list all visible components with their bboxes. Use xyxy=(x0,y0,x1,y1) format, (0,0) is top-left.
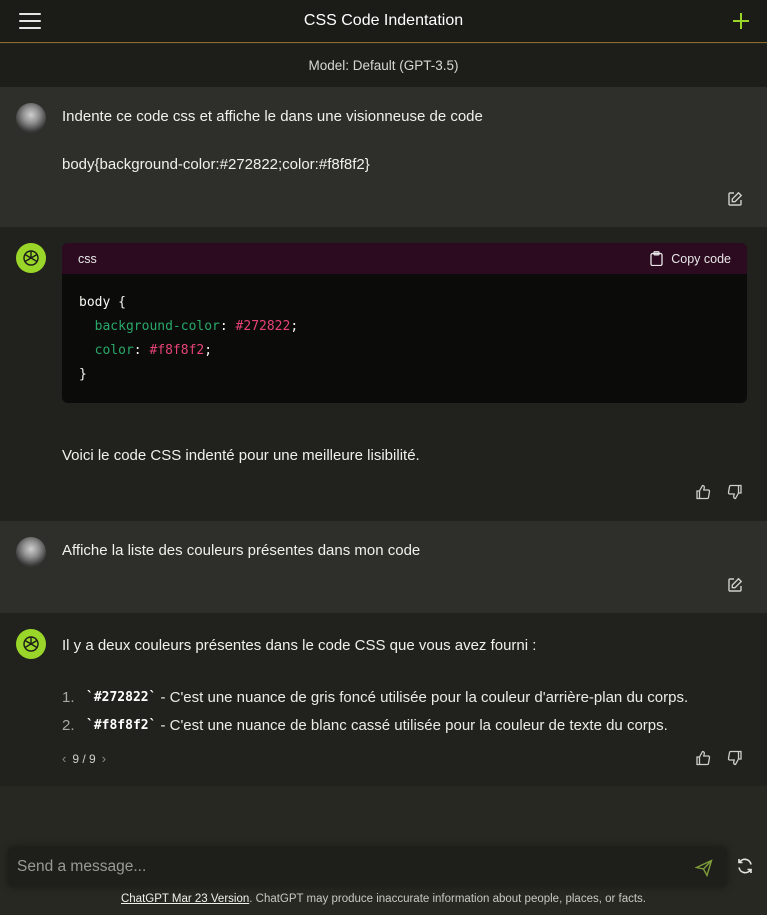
code-token: } xyxy=(79,367,87,382)
code-header: css Copy code xyxy=(62,243,747,274)
edit-icon[interactable] xyxy=(727,577,743,593)
thumbs-down-icon[interactable] xyxy=(727,750,743,766)
list-item: 2. `#f8f8f2` - C'est une nuance de blanc… xyxy=(62,711,688,739)
chatgpt-logo-icon xyxy=(16,243,46,273)
send-icon[interactable] xyxy=(695,859,713,877)
color-code: `#f8f8f2` xyxy=(86,717,157,733)
model-bar: Model: Default (GPT-3.5) xyxy=(0,44,767,87)
refresh-icon[interactable] xyxy=(736,857,754,875)
edit-icon[interactable] xyxy=(727,191,743,207)
code-line: } xyxy=(79,363,730,387)
copy-code-button[interactable]: Copy code xyxy=(650,251,731,266)
hamburger-icon[interactable] xyxy=(19,13,41,31)
thumbs-down-icon[interactable] xyxy=(727,484,743,500)
response-pager: ‹ 9 / 9 › xyxy=(62,751,106,766)
color-list: 1. `#272822` - C'est une nuance de gris … xyxy=(62,683,688,739)
code-line: body { xyxy=(79,291,730,315)
message-text: Il y a deux couleurs présentes dans le c… xyxy=(62,637,537,654)
assistant-message: Il y a deux couleurs présentes dans le c… xyxy=(0,613,767,786)
code-token: ; xyxy=(204,343,213,358)
chatgpt-logo-icon xyxy=(16,629,46,659)
user-message: Indente ce code css et affiche le dans u… xyxy=(0,87,767,227)
message-composer xyxy=(8,847,727,887)
code-token: body { xyxy=(79,295,126,310)
code-language: css xyxy=(78,251,97,266)
thumbs-up-icon[interactable] xyxy=(695,484,711,500)
avatar xyxy=(16,537,46,567)
code-token: : xyxy=(133,343,150,358)
color-code: `#272822` xyxy=(86,689,157,705)
copy-code-label: Copy code xyxy=(671,251,731,266)
code-line: color: #f8f8f2; xyxy=(79,339,730,363)
list-number: 1. xyxy=(62,688,75,706)
code-token: : xyxy=(219,319,236,334)
footer-disclaimer: . ChatGPT may produce inaccurate informa… xyxy=(249,893,646,905)
assistant-message: css Copy code body { background-color: #… xyxy=(0,227,767,521)
list-number: 2. xyxy=(62,716,75,734)
list-text: - C'est une nuance de gris foncé utilisé… xyxy=(160,688,689,706)
message-text: Affiche la liste des couleurs présentes … xyxy=(62,542,421,559)
next-response-button[interactable]: › xyxy=(102,751,106,766)
message-text: Voici le code CSS indenté pour une meill… xyxy=(62,447,420,464)
css-property: color xyxy=(94,343,134,358)
version-link[interactable]: ChatGPT Mar 23 Version xyxy=(121,893,249,905)
css-property: background-color xyxy=(94,319,220,334)
avatar xyxy=(16,103,46,133)
plus-icon[interactable] xyxy=(730,10,752,32)
conversation-title: CSS Code Indentation xyxy=(303,12,464,29)
clipboard-icon xyxy=(650,251,663,266)
code-viewer: css Copy code body { background-color: #… xyxy=(62,243,747,403)
code-token: ; xyxy=(290,319,299,334)
css-value: #f8f8f2 xyxy=(149,343,205,358)
top-bar: CSS Code Indentation xyxy=(0,0,767,43)
model-label: Model: Default (GPT-3.5) xyxy=(308,58,459,73)
footer: ChatGPT Mar 23 Version. ChatGPT may prod… xyxy=(0,893,767,905)
list-text: - C'est une nuance de blanc cassé utilis… xyxy=(160,716,668,734)
thumbs-up-icon[interactable] xyxy=(695,750,711,766)
code-content: body { background-color: #272822; color:… xyxy=(62,274,747,403)
message-text: Indente ce code css et affiche le dans u… xyxy=(62,108,483,125)
css-value: #272822 xyxy=(235,319,291,334)
pager-label: 9 / 9 xyxy=(72,751,96,766)
message-input[interactable] xyxy=(17,847,677,887)
list-item: 1. `#272822` - C'est une nuance de gris … xyxy=(62,683,688,711)
message-text: body{background-color:#272822;color:#f8f… xyxy=(62,156,370,173)
previous-response-button[interactable]: ‹ xyxy=(62,751,66,766)
user-message: Affiche la liste des couleurs présentes … xyxy=(0,521,767,613)
code-line: background-color: #272822; xyxy=(79,315,730,339)
